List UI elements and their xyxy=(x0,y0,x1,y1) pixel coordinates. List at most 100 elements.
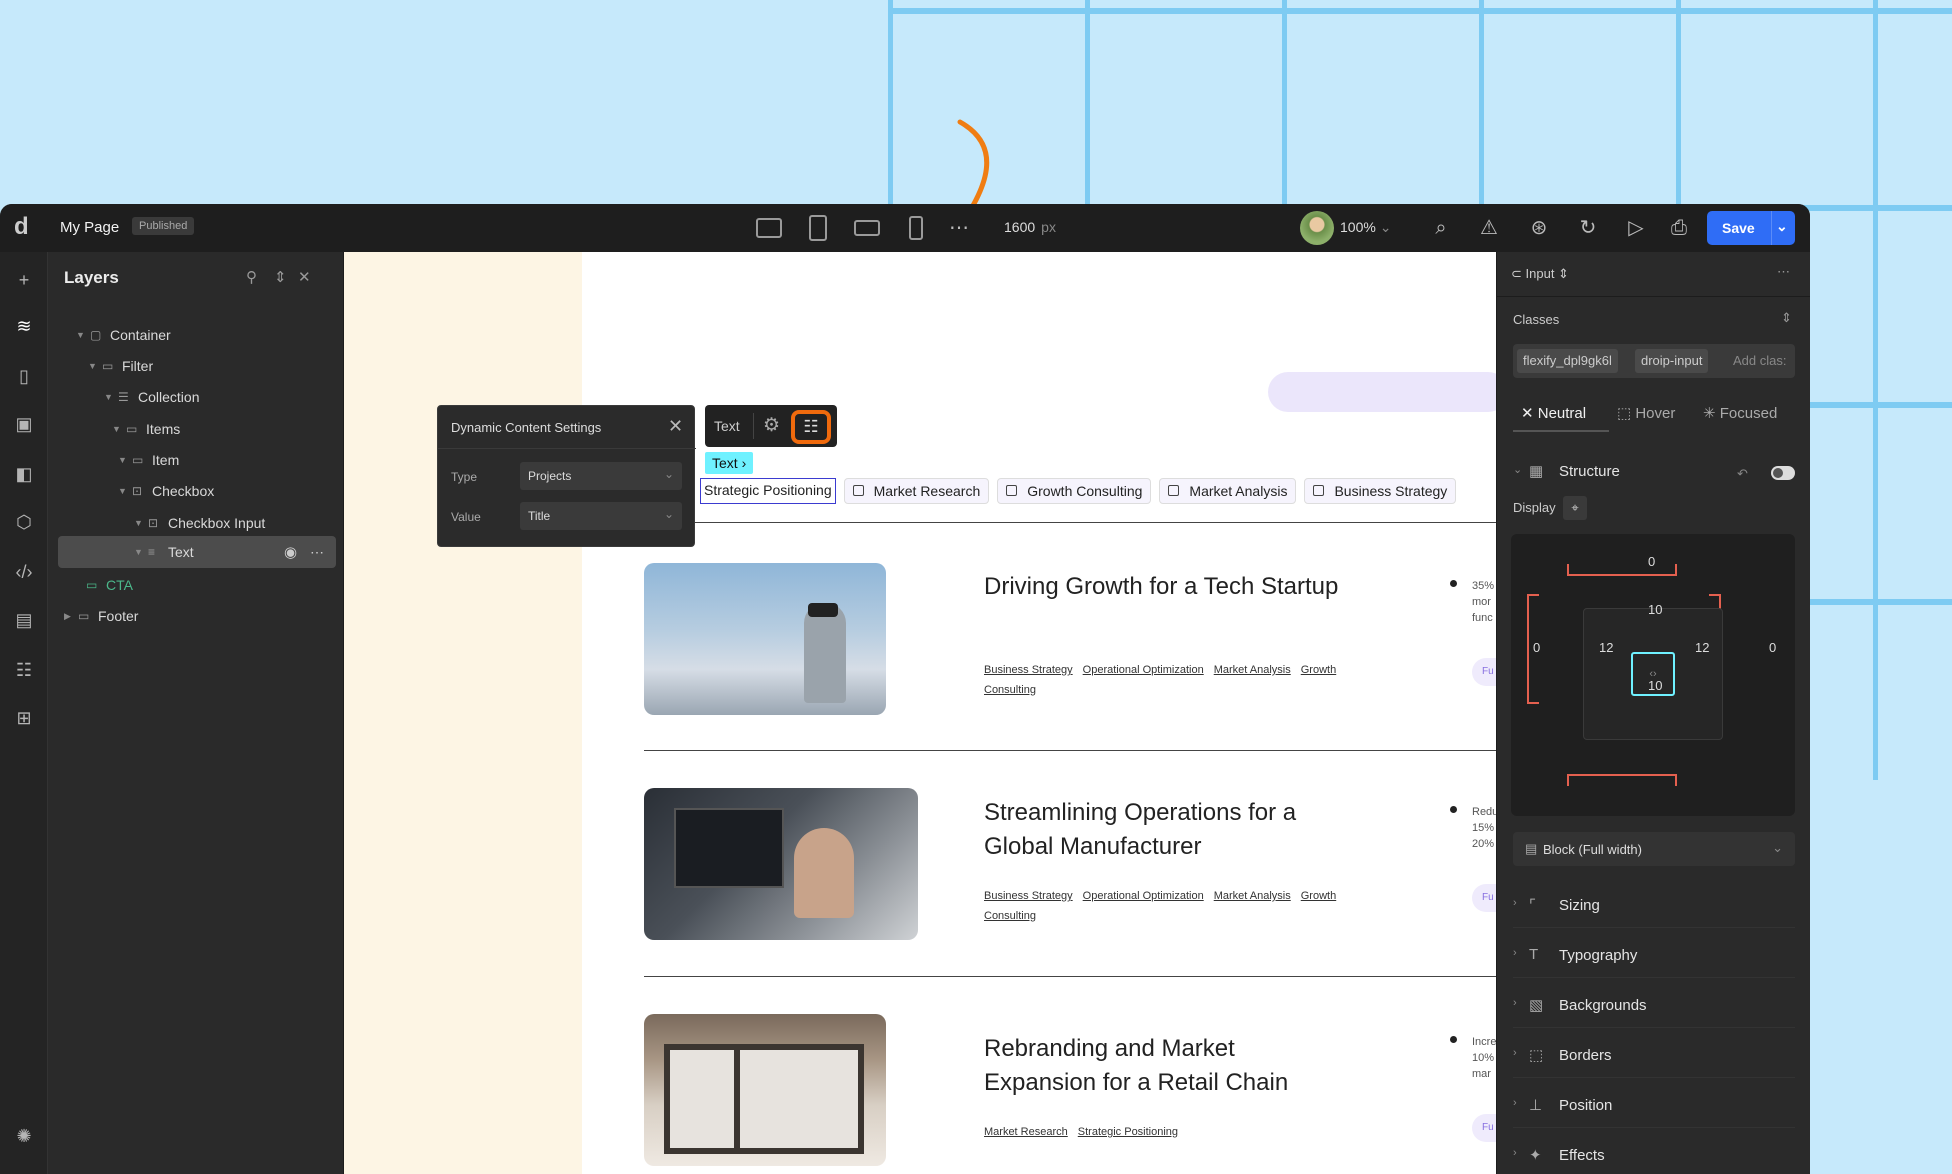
project-link[interactable]: Operational Optimization xyxy=(1083,664,1204,676)
settings-gear-icon[interactable]: ⚙ xyxy=(763,414,780,437)
tag-growth-consulting[interactable]: Growth Consulting xyxy=(997,478,1152,504)
project-link[interactable]: Market Research xyxy=(984,1126,1068,1138)
accessibility-icon[interactable]: ⊛ xyxy=(1526,216,1552,240)
project-link[interactable]: Business Strategy xyxy=(984,890,1073,902)
type-select[interactable]: Projects ⌄ xyxy=(520,462,682,490)
media-icon[interactable]: ▣ xyxy=(12,412,36,436)
value-select[interactable]: Title ⌄ xyxy=(520,502,682,530)
canvas-width[interactable]: 1600 px xyxy=(1004,219,1056,235)
effects-section[interactable]: › ✦ Effects xyxy=(1513,1138,1795,1174)
side-pill[interactable]: Fu xyxy=(1472,1114,1496,1142)
element-selector[interactable]: ⊂ Input ⇕ xyxy=(1511,266,1569,282)
sizing-section[interactable]: › ⌜ Sizing xyxy=(1513,888,1795,928)
project-link[interactable]: Market Analysis xyxy=(1214,664,1291,676)
close-icon[interactable]: ✕ xyxy=(298,268,311,286)
side-pill[interactable]: Fu xyxy=(1472,884,1496,912)
padding-left-value[interactable]: 12 xyxy=(1599,640,1613,655)
classes-field[interactable]: flexify_dpl9gk6l droip-input Add clas: xyxy=(1513,344,1795,378)
display-label: Display xyxy=(1513,500,1556,515)
dynamic-content-settings-popup: Dynamic Content Settings ✕ Type Projects… xyxy=(437,405,696,547)
tag-business-strategy[interactable]: Business Strategy xyxy=(1304,478,1457,504)
reset-icon[interactable]: ↶ xyxy=(1737,466,1748,482)
visibility-eye-icon[interactable]: ◉ xyxy=(284,543,297,561)
warning-icon[interactable]: ⚠ xyxy=(1476,216,1502,240)
expand-collapse-icon[interactable]: ⇕ xyxy=(274,268,287,286)
padding-top-value[interactable]: 10 xyxy=(1648,602,1662,617)
project-title[interactable]: Streamlining Operations for a Global Man… xyxy=(984,796,1344,864)
panel-more-icon[interactable]: ⋯ xyxy=(1777,264,1790,280)
more-options-icon[interactable]: ⋯ xyxy=(310,544,324,561)
templates-icon[interactable]: ▤ xyxy=(12,608,36,632)
pin-icon[interactable]: ⚲ xyxy=(246,268,257,286)
publish-settings-icon[interactable]: ⎙ xyxy=(1666,216,1692,240)
structure-section[interactable]: ⌄ ▦ Structure xyxy=(1513,454,1795,494)
tab-focused[interactable]: ✳ Focused xyxy=(1703,404,1777,422)
mobile-icon[interactable] xyxy=(909,216,923,240)
project-image-vr[interactable] xyxy=(644,563,886,715)
design-canvas[interactable]: Strategic Positioning Market Research Gr… xyxy=(344,252,1496,1174)
purple-pill xyxy=(1268,372,1496,412)
add-icon[interactable]: + xyxy=(12,268,36,292)
tab-hover[interactable]: ⬚ Hover xyxy=(1617,404,1675,422)
zoom-level[interactable]: 100% ⌄ xyxy=(1340,219,1391,236)
layers-icon[interactable]: ≋ xyxy=(12,314,36,338)
dynamic-content-database-icon[interactable]: ☷ xyxy=(791,410,831,444)
pages-icon[interactable]: ▯ xyxy=(12,364,36,388)
typography-section[interactable]: › T Typography xyxy=(1513,938,1795,978)
tag-strategic-positioning[interactable]: Strategic Positioning xyxy=(700,478,836,504)
layer-footer[interactable]: ▶ ▭ Footer xyxy=(58,598,336,634)
project-title[interactable]: Driving Growth for a Tech Startup xyxy=(984,570,1344,604)
layers-panel: Layers ⚲ ⇕ ✕ ▼ ▢ Container ▼ ▭ Filter ▼ ☰ Coll… xyxy=(48,252,344,1174)
margin-right-value[interactable]: 0 xyxy=(1769,640,1776,655)
project-image-lab[interactable] xyxy=(644,788,918,940)
save-options-chevron-icon[interactable]: ⌄ xyxy=(1776,218,1788,235)
display-crosshair-icon[interactable]: ⌖ xyxy=(1563,496,1587,520)
project-link[interactable]: Strategic Positioning xyxy=(1078,1126,1178,1138)
tab-neutral[interactable]: ✕ Neutral xyxy=(1521,404,1586,422)
tablet-icon[interactable] xyxy=(809,215,827,241)
project-image-storefront[interactable] xyxy=(644,1014,886,1166)
project-link[interactable]: Operational Optimization xyxy=(1083,890,1204,902)
project-link[interactable]: Business Strategy xyxy=(984,664,1073,676)
class-chip[interactable]: droip-input xyxy=(1635,349,1709,373)
close-icon[interactable]: ✕ xyxy=(668,416,683,437)
margin-top-value[interactable]: 0 xyxy=(1648,554,1655,569)
tag-market-analysis[interactable]: Market Analysis xyxy=(1159,478,1297,504)
project-link[interactable]: Market Analysis xyxy=(1214,890,1291,902)
save-button[interactable]: Save ⌄ xyxy=(1707,211,1795,245)
tablet-landscape-icon[interactable] xyxy=(854,220,880,236)
element-breadcrumb[interactable]: Text › xyxy=(705,452,754,474)
avatar[interactable] xyxy=(1300,211,1334,245)
margin-left-value[interactable]: 0 xyxy=(1533,640,1540,655)
add-class-input[interactable]: Add clas: xyxy=(1733,353,1793,368)
display-select[interactable]: ▤ Block (Full width) ⌄ xyxy=(1513,832,1795,866)
style-panel: ⊂ Input ⇕ ⋯ Classes ⇕ flexify_dpl9gk6l d… xyxy=(1496,252,1810,1174)
project-title[interactable]: Rebranding and Market Expansion for a Re… xyxy=(984,1032,1344,1100)
theme-sun-icon[interactable]: ✺ xyxy=(12,1124,36,1148)
padding-right-value[interactable]: 12 xyxy=(1695,640,1709,655)
tag-market-research[interactable]: Market Research xyxy=(843,478,990,504)
components-icon[interactable]: ⬡ xyxy=(12,510,36,534)
side-pill[interactable]: Fu xyxy=(1472,658,1496,686)
backgrounds-section[interactable]: › ▧ Backgrounds xyxy=(1513,988,1795,1028)
text-button[interactable]: Text xyxy=(714,418,740,434)
layer-text[interactable]: ▼ ≡ Text ◉ ⋯ xyxy=(58,536,336,568)
layer-checkbox[interactable]: ▼ ⊡ Checkbox xyxy=(58,473,336,509)
position-section[interactable]: › ⊥ Position xyxy=(1513,1088,1795,1128)
layer-collection[interactable]: ▼ ☰ Collection xyxy=(58,379,336,415)
classes-toggle-icon[interactable]: ⇕ xyxy=(1781,310,1792,326)
page-title[interactable]: My Page xyxy=(60,219,119,236)
code-icon[interactable]: ‹/› xyxy=(12,560,36,584)
apps-icon[interactable]: ⊞ xyxy=(12,706,36,730)
styles-icon[interactable]: ◧ xyxy=(12,462,36,486)
preview-play-icon[interactable]: ▷ xyxy=(1623,216,1649,240)
borders-section[interactable]: › ⬚ Borders xyxy=(1513,1038,1795,1078)
more-devices-icon[interactable]: ⋯ xyxy=(946,216,972,240)
search-icon[interactable]: ⌕ xyxy=(1428,216,1454,240)
structure-toggle[interactable] xyxy=(1771,466,1795,480)
desktop-icon[interactable] xyxy=(756,218,782,238)
cms-database-icon[interactable]: ☷ xyxy=(12,658,36,682)
logo-icon[interactable]: d xyxy=(14,215,48,240)
class-chip[interactable]: flexify_dpl9gk6l xyxy=(1517,349,1618,373)
sync-icon[interactable]: ↻ xyxy=(1575,216,1601,240)
